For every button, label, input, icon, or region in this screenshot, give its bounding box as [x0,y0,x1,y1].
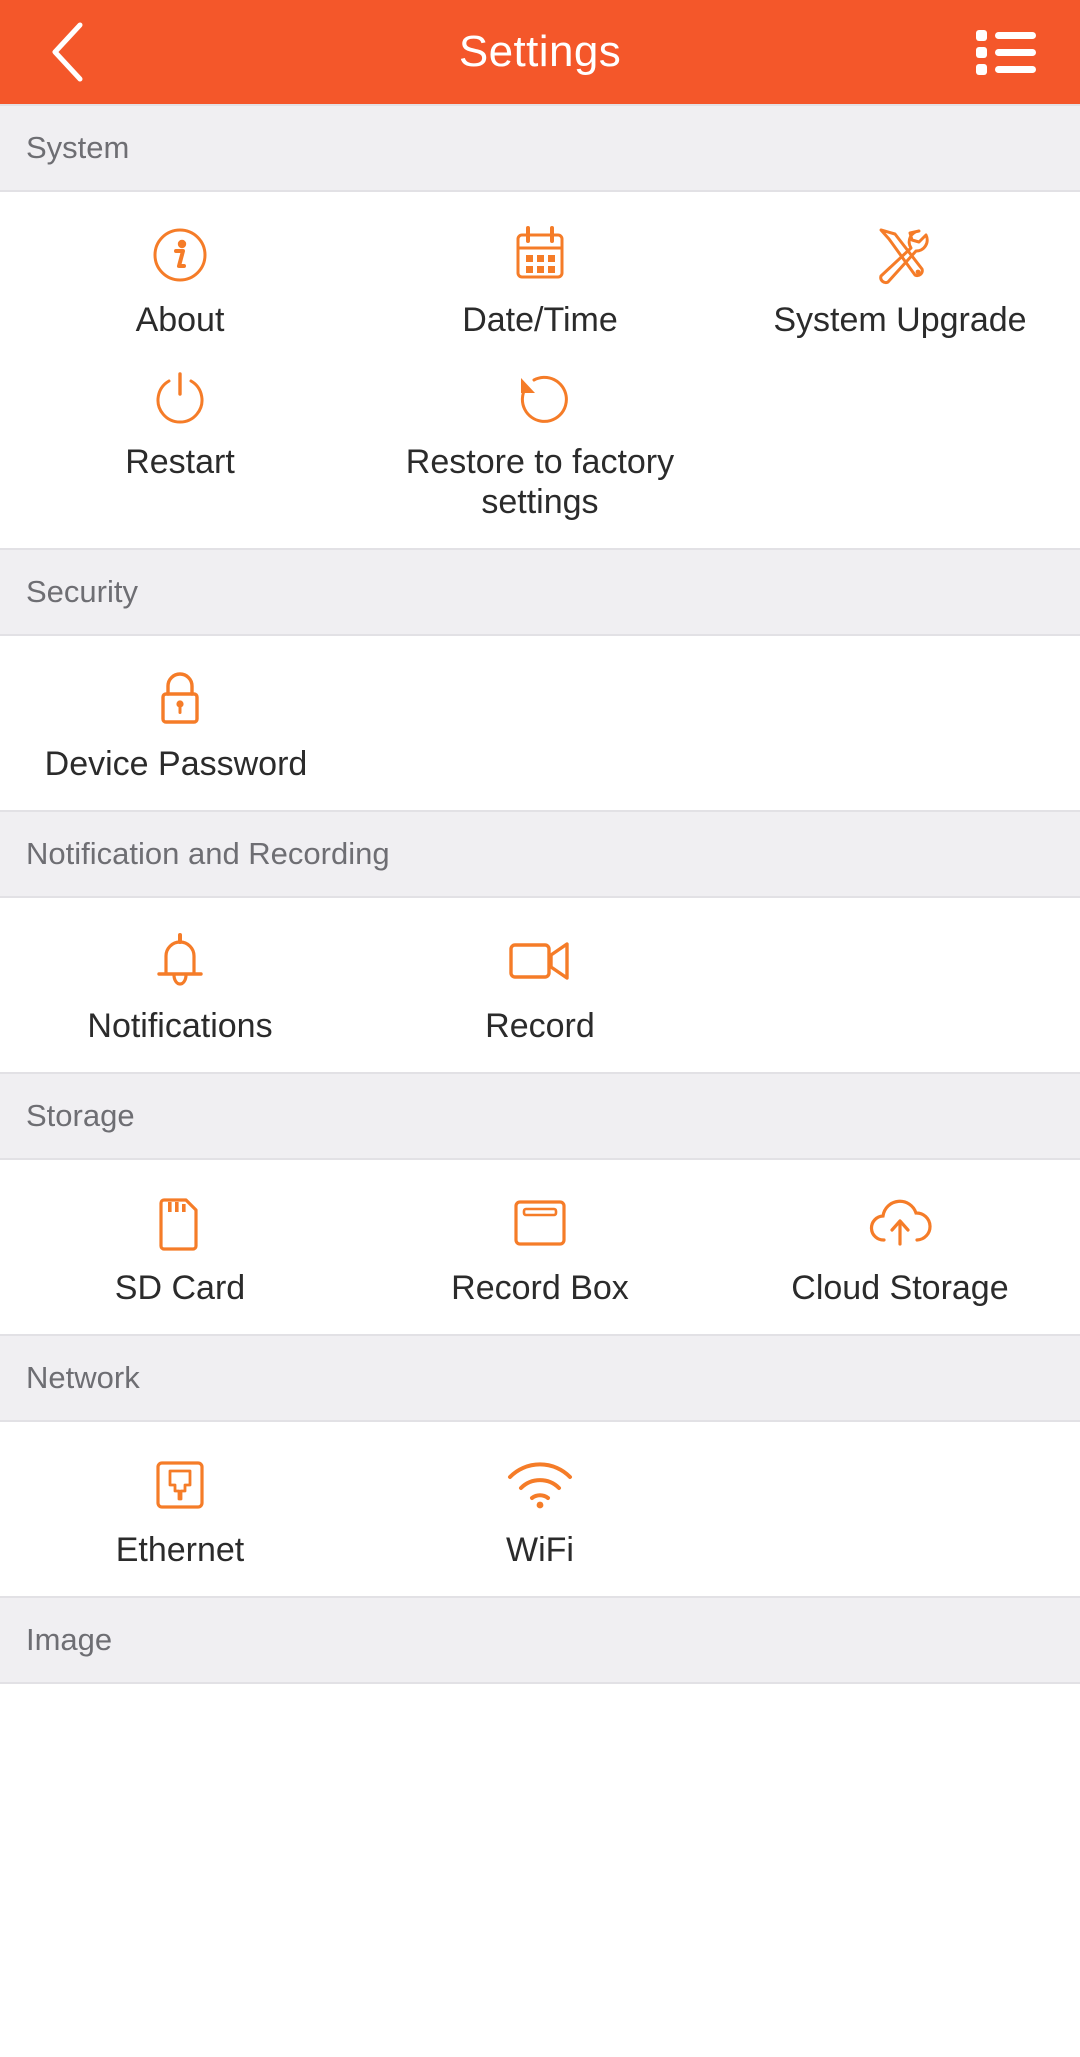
section-header-storage: Storage [0,1072,1080,1160]
grid-item-record[interactable]: Record [360,916,720,1058]
section-title: Network [26,1360,140,1395]
sd-card-icon [154,1192,206,1254]
section-header-system: System [0,104,1080,192]
grid-item-about[interactable]: About [0,210,360,352]
grid-item-record-box[interactable]: Record Box [360,1178,720,1320]
grid-item-label: Cloud Storage [791,1269,1009,1307]
grid-item-label: Date/Time [462,301,618,339]
grid-item-label: Record [485,1007,595,1045]
section-title: Notification and Recording [26,836,390,871]
grid-item-wifi[interactable]: WiFi [360,1440,720,1582]
page-title: Settings [458,27,622,76]
grid-item-ethernet[interactable]: Ethernet [0,1440,360,1582]
back-button[interactable] [22,0,114,104]
section-grid-notification-recording: Notifications Record [0,898,1080,1072]
section-title: Storage [26,1098,135,1133]
grid-item-sd-card[interactable]: SD Card [0,1178,360,1320]
grid-item-label: Ethernet [115,1531,245,1569]
grid-item-label: SD Card [114,1269,246,1307]
grid-item-label: Record Box [451,1269,629,1307]
grid-item-label: System Upgrade [773,301,1027,339]
video-camera-icon [505,930,575,992]
grid-item-cloud-storage[interactable]: Cloud Storage [720,1178,1080,1320]
chevron-left-icon [48,21,88,83]
restore-icon [511,366,569,428]
grid-item-notifications[interactable]: Notifications [0,916,360,1058]
power-icon [151,366,209,428]
list-menu-icon [976,28,1036,76]
section-title: System [26,130,130,165]
section-title: Security [26,574,138,609]
ethernet-icon [152,1454,208,1516]
grid-item-label: Device Password [44,745,308,783]
menu-button[interactable] [960,0,1052,104]
grid-item-restore-factory[interactable]: Restore to factory settings [360,352,720,534]
grid-item-label: About [135,301,225,339]
grid-item-restart[interactable]: Restart [0,352,360,534]
section-title: Image [26,1622,113,1657]
section-header-image: Image [0,1596,1080,1684]
wifi-icon [504,1454,576,1516]
tools-icon [867,224,933,286]
grid-item-label: Restart [125,443,235,481]
info-circle-icon [151,224,209,286]
section-grid-storage: SD Card Record Box Cloud Storage [0,1160,1080,1334]
grid-item-label: Restore to factory settings [405,443,675,521]
section-header-network: Network [0,1334,1080,1422]
grid-item-system-upgrade[interactable]: System Upgrade [720,210,1080,352]
section-header-security: Security [0,548,1080,636]
section-grid-network: Ethernet WiFi [0,1422,1080,1596]
section-grid-system: About Date/Time System Upgrade Restart R… [0,192,1080,548]
lock-icon [152,668,208,730]
cloud-upload-icon [864,1192,936,1254]
record-box-icon [510,1192,570,1254]
calendar-icon [509,224,571,286]
grid-item-device-password[interactable]: Device Password [0,654,360,796]
section-header-notification-recording: Notification and Recording [0,810,1080,898]
bell-icon [151,930,209,992]
app-header: Settings [0,0,1080,104]
grid-item-label: WiFi [505,1531,574,1569]
grid-item-date-time[interactable]: Date/Time [360,210,720,352]
grid-item-label: Notifications [87,1007,273,1045]
section-grid-security: Device Password [0,636,1080,810]
